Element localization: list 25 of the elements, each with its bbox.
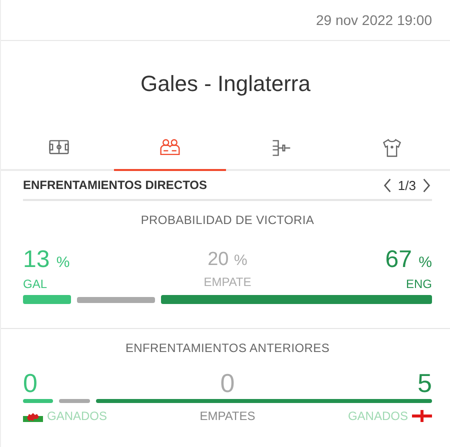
stat-label: GANADOS bbox=[348, 409, 408, 423]
stat-label: ENG bbox=[404, 277, 432, 291]
shirt-icon bbox=[381, 137, 404, 159]
dragon-flag-icon bbox=[23, 410, 43, 422]
page-counter: 1/3 bbox=[398, 178, 416, 192]
cross-flag-icon bbox=[412, 410, 432, 422]
stat-label: GAL bbox=[23, 277, 48, 291]
stat-label: EMPATES bbox=[200, 409, 256, 423]
bar-segment bbox=[58, 399, 90, 403]
bracket-icon bbox=[270, 137, 292, 159]
stat-label: GANADOS bbox=[47, 409, 108, 423]
stat-value: 67 % bbox=[384, 247, 432, 275]
stat-value: 20 % bbox=[206, 248, 248, 272]
stat-label: EMPATE bbox=[202, 275, 252, 289]
section-heading: ENFRENTAMIENTOS ANTERIORES bbox=[124, 340, 331, 355]
section-heading: PROBABILIDAD DE VICTORIA bbox=[140, 212, 316, 227]
match-date: 29 nov 2022 19:00 bbox=[316, 12, 432, 28]
stat-value: 13 % bbox=[23, 247, 71, 275]
stat-value: 0 bbox=[219, 369, 236, 397]
match-title: Gales - Inglaterra bbox=[140, 71, 310, 97]
bar-segment bbox=[23, 295, 71, 304]
stat-value: 5 bbox=[416, 369, 432, 397]
stat-value: 0 bbox=[23, 369, 38, 397]
bar-segment bbox=[23, 399, 53, 403]
section-title: ENFRENTAMIENTOS DIRECTOS bbox=[23, 178, 208, 192]
